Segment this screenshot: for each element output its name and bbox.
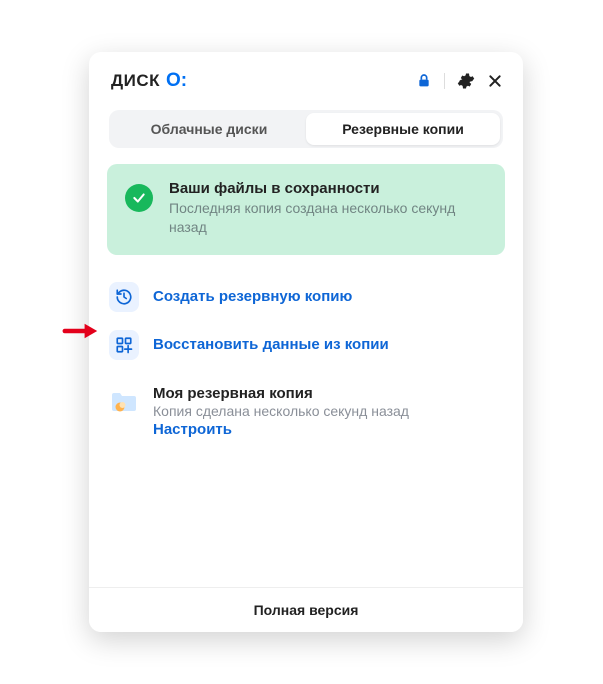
- restore-data-row[interactable]: Восстановить данные из копии: [107, 321, 505, 369]
- header: ДИСК O:: [89, 52, 523, 104]
- folder-icon: [109, 387, 139, 417]
- status-text: Ваши файлы в сохранности Последняя копия…: [169, 180, 487, 237]
- tab-bar: Облачные диски Резервные копии: [109, 110, 503, 148]
- logo-text: ДИСК: [111, 71, 160, 91]
- backup-text: Моя резервная копия Копия сделана нескол…: [153, 385, 409, 438]
- tab-backups[interactable]: Резервные копии: [306, 113, 500, 145]
- gear-icon[interactable]: [457, 72, 475, 90]
- pointer-arrow-icon: [62, 322, 100, 340]
- create-backup-label[interactable]: Создать резервную копию: [153, 288, 352, 305]
- restore-icon: [109, 330, 139, 360]
- tab-cloud-disks[interactable]: Облачные диски: [112, 113, 306, 145]
- full-version-button[interactable]: Полная версия: [89, 587, 523, 632]
- lock-icon[interactable]: [416, 73, 432, 89]
- backup-title: Моя резервная копия: [153, 385, 409, 402]
- body: Ваши файлы в сохранности Последняя копия…: [89, 164, 523, 587]
- status-title: Ваши файлы в сохранности: [169, 180, 487, 197]
- header-icons: [416, 72, 503, 90]
- divider: [444, 73, 445, 89]
- backup-item: Моя резервная копия Копия сделана нескол…: [107, 369, 505, 448]
- check-icon: [125, 184, 153, 212]
- history-icon: [109, 282, 139, 312]
- create-backup-row[interactable]: Создать резервную копию: [107, 273, 505, 321]
- configure-link[interactable]: Настроить: [153, 421, 409, 438]
- app-window: ДИСК O: Об: [89, 52, 523, 632]
- restore-data-label[interactable]: Восстановить данные из копии: [153, 336, 389, 353]
- close-icon[interactable]: [487, 73, 503, 89]
- status-card: Ваши файлы в сохранности Последняя копия…: [107, 164, 505, 255]
- backup-subtitle: Копия сделана несколько секунд назад: [153, 403, 409, 419]
- app-logo: ДИСК O:: [111, 70, 187, 92]
- logo-suffix: O:: [166, 70, 187, 92]
- status-subtitle: Последняя копия создана несколько секунд…: [169, 199, 487, 237]
